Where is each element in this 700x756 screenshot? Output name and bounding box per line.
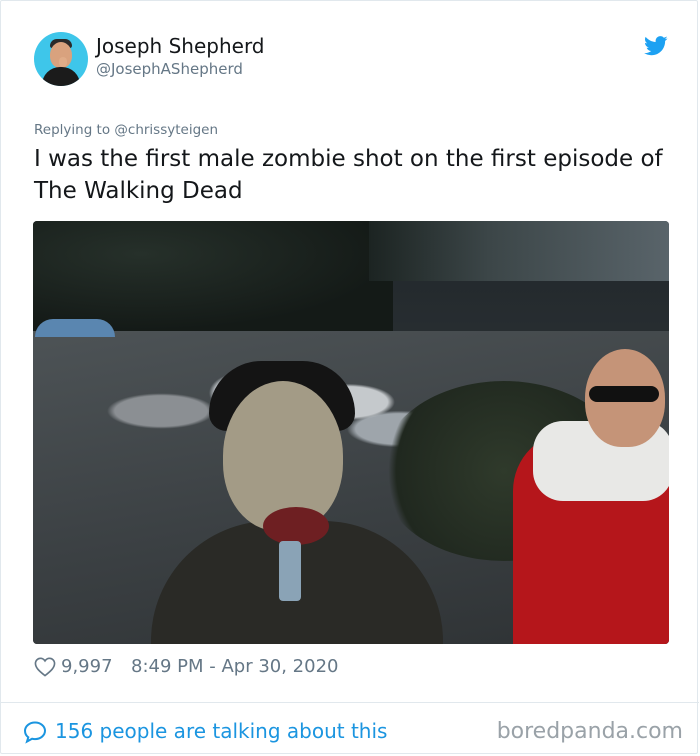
- timestamp[interactable]: 8:49 PM - Apr 30, 2020: [131, 656, 338, 677]
- photo-sunglasses: [589, 386, 659, 402]
- heart-outline-icon[interactable]: [34, 657, 56, 677]
- replying-to[interactable]: Replying to @chrissyteigen: [34, 122, 218, 138]
- avatar-hand: [59, 57, 67, 67]
- photo-tube: [279, 541, 301, 601]
- author-handle[interactable]: @JosephAShepherd: [96, 60, 243, 78]
- photo-house: [369, 221, 669, 281]
- tweet-text: I was the first male zombie shot on the …: [34, 146, 663, 204]
- twitter-bird-icon[interactable]: [644, 36, 668, 56]
- tweet-photo[interactable]: [33, 221, 669, 644]
- author-name[interactable]: Joseph Shepherd: [96, 34, 265, 58]
- talking-text[interactable]: 156 people are talking about this: [55, 719, 387, 743]
- watermark: boredpanda.com: [496, 719, 683, 744]
- tweet-card: Joseph Shepherd @JosephAShepherd Replyin…: [0, 0, 699, 754]
- photo-funnel: [263, 507, 329, 545]
- divider: [1, 702, 699, 703]
- tweet-header: Joseph Shepherd @JosephAShepherd: [34, 32, 674, 88]
- avatar-shirt: [42, 67, 80, 86]
- like-count[interactable]: 9,997: [61, 656, 113, 677]
- avatar[interactable]: [34, 32, 88, 86]
- photo-trees: [33, 221, 393, 331]
- speech-bubble-icon: [23, 721, 47, 744]
